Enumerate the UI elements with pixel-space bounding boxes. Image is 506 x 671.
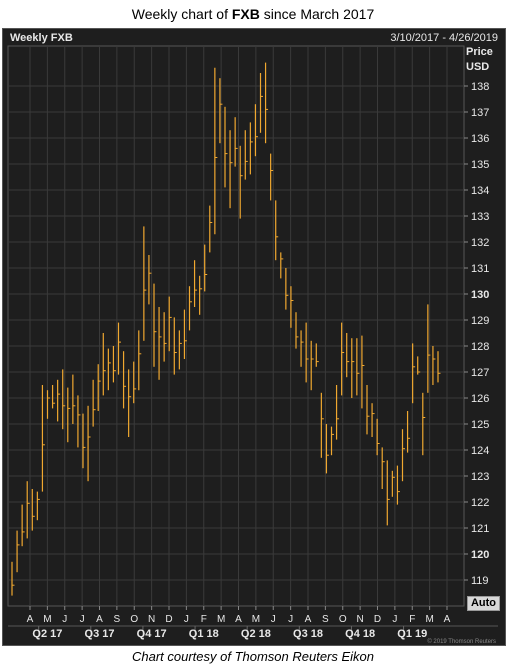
copyright-watermark: © 2019 Thomson Reuters bbox=[427, 639, 496, 645]
chart-header-title: Weekly FXB bbox=[10, 32, 73, 44]
x-month-label: D bbox=[165, 614, 172, 625]
y-tick-label: 119 bbox=[471, 575, 489, 587]
y-tick-label: 126 bbox=[471, 393, 489, 405]
x-month-label: N bbox=[148, 614, 155, 625]
y-tick-label: 137 bbox=[471, 107, 489, 119]
chart-caption: Chart courtesy of Thomson Reuters Eikon bbox=[131, 649, 375, 664]
x-month-label: M bbox=[217, 614, 225, 625]
y-tick-label: 132 bbox=[471, 237, 489, 249]
y-tick-label: 125 bbox=[471, 419, 489, 431]
x-month-label: O bbox=[130, 614, 138, 625]
y-tick-label: 123 bbox=[471, 471, 489, 483]
x-quarter-label: Q2 18 bbox=[241, 628, 271, 640]
x-month-label: J bbox=[184, 614, 189, 625]
x-month-label: M bbox=[252, 614, 260, 625]
x-month-label: S bbox=[114, 614, 121, 625]
x-month-label: J bbox=[271, 614, 276, 625]
x-month-label: F bbox=[201, 614, 207, 625]
y-tick-label: 138 bbox=[471, 81, 489, 93]
y-tick-label: 131 bbox=[471, 263, 489, 275]
plot-area bbox=[7, 45, 465, 607]
x-month-label: J bbox=[62, 614, 67, 625]
y-axis-unit: USD bbox=[466, 61, 490, 73]
chart-date-range: 3/10/2017 - 4/26/2019 bbox=[390, 32, 498, 44]
y-tick-label: 133 bbox=[471, 211, 489, 223]
y-tick-label: 128 bbox=[471, 341, 489, 353]
x-month-label: O bbox=[339, 614, 347, 625]
x-month-label: D bbox=[374, 614, 381, 625]
x-quarter-label: Q3 18 bbox=[293, 628, 323, 640]
x-month-label: J bbox=[288, 614, 293, 625]
y-tick-label: 130 bbox=[471, 289, 489, 301]
x-month-label: N bbox=[357, 614, 364, 625]
x-quarter-label: Q3 17 bbox=[85, 628, 115, 640]
y-tick-label: 127 bbox=[471, 367, 489, 379]
x-quarter-label: Q2 17 bbox=[32, 628, 62, 640]
y-tick-label: 134 bbox=[471, 185, 489, 197]
y-tick-label: 136 bbox=[471, 133, 489, 145]
x-month-label: S bbox=[322, 614, 329, 625]
y-tick-label: 120 bbox=[471, 549, 489, 561]
x-quarter-label: Q4 18 bbox=[345, 628, 375, 640]
x-month-label: M bbox=[43, 614, 51, 625]
y-tick-label: 135 bbox=[471, 159, 489, 171]
y-tick-label: 121 bbox=[471, 523, 489, 535]
y-tick-label: 122 bbox=[471, 497, 489, 509]
y-tick-label: 124 bbox=[471, 445, 489, 457]
x-month-label: A bbox=[235, 614, 242, 625]
x-month-label: M bbox=[425, 614, 433, 625]
x-quarter-label: Q1 18 bbox=[189, 628, 219, 640]
x-quarter-label: Q1 19 bbox=[397, 628, 427, 640]
x-quarter-label: Q4 17 bbox=[137, 628, 167, 640]
x-month-label: A bbox=[96, 614, 103, 625]
x-month-label: A bbox=[305, 614, 312, 625]
auto-scale-button[interactable]: Auto bbox=[467, 596, 500, 611]
x-month-label: F bbox=[409, 614, 415, 625]
x-month-label: A bbox=[444, 614, 451, 625]
x-month-label: J bbox=[392, 614, 397, 625]
ohlc-chart: 119 120 121 122 123 124 125 126 127 128 129 130 131 1… bbox=[7, 45, 498, 640]
y-tick-label: 129 bbox=[471, 315, 489, 327]
y-axis-label: Price bbox=[466, 46, 493, 58]
x-month-label: J bbox=[80, 614, 85, 625]
x-month-label: A bbox=[27, 614, 34, 625]
